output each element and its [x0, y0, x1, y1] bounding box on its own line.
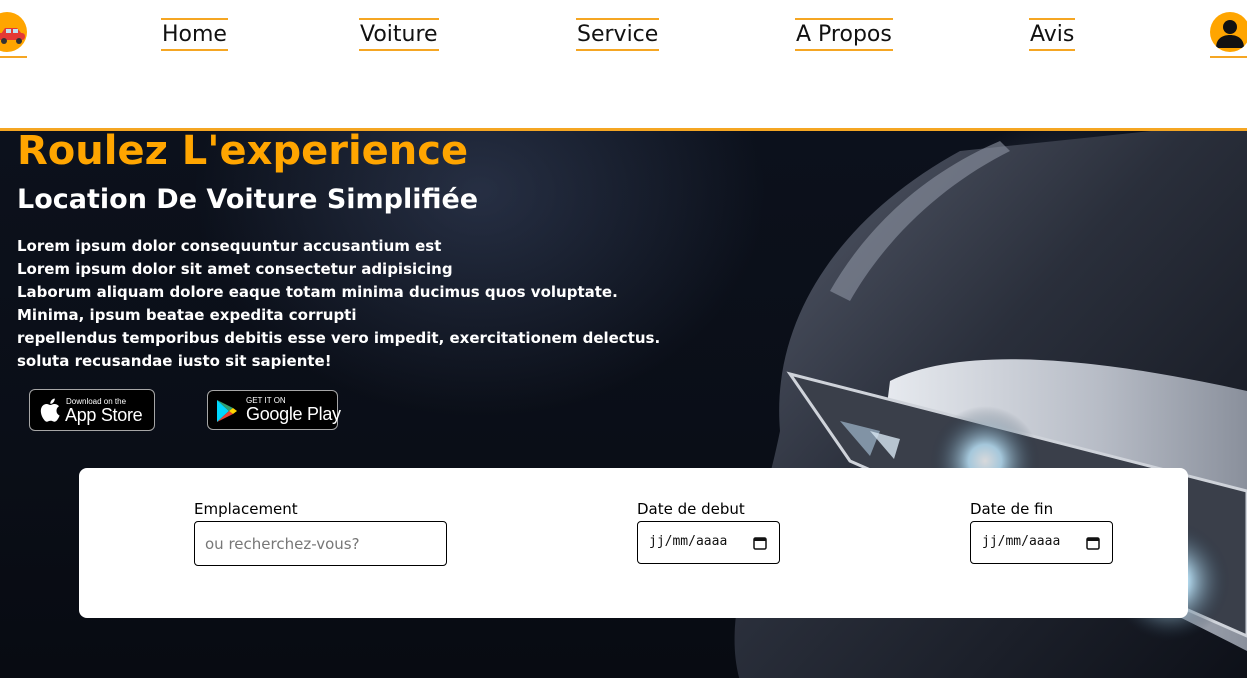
hero-text-line: Minima, ipsum beatae expedita corrupti — [17, 306, 357, 324]
calendar-icon[interactable] — [1086, 535, 1100, 550]
start-date-value: jj/mm/aaaa — [649, 534, 728, 549]
location-input[interactable] — [194, 521, 447, 566]
end-date-value: jj/mm/aaaa — [982, 534, 1061, 549]
google-play-icon — [216, 399, 238, 423]
hero-description: Lorem ipsum dolor consequuntur accusanti… — [17, 235, 661, 373]
nav-voiture-link[interactable]: Voiture — [359, 18, 439, 51]
car-icon — [0, 12, 27, 52]
nav-service-link[interactable]: Service — [576, 18, 660, 51]
hero-text-line: repellendus temporibus debitis esse vero… — [17, 329, 661, 347]
end-date-label: Date de fin — [970, 500, 1054, 518]
hero-text-line: Lorem ipsum dolor sit amet consectetur a… — [17, 260, 453, 278]
nav-avis-link[interactable]: Avis — [1029, 18, 1076, 51]
hero-section: Roulez L'experience Location De Voiture … — [0, 128, 1247, 678]
nav-apropos-link[interactable]: A Propos — [795, 18, 893, 51]
hero-title: Roulez L'experience — [17, 128, 469, 174]
location-label: Emplacement — [194, 500, 298, 518]
hero-text-line: soluta recusandae iusto sit sapiente! — [17, 352, 332, 370]
calendar-icon[interactable] — [753, 535, 767, 550]
end-date-input[interactable]: jj/mm/aaaa — [970, 521, 1113, 564]
app-store-button[interactable]: Download on the App Store — [29, 389, 155, 431]
google-play-label: Google Play — [246, 404, 341, 424]
account-button[interactable] — [1210, 11, 1247, 58]
hero-text-line: Lorem ipsum dolor consequuntur accusanti… — [17, 237, 442, 255]
user-icon — [1210, 12, 1247, 52]
app-store-label: App Store — [65, 405, 143, 425]
apple-icon — [39, 397, 61, 423]
google-play-button[interactable]: GET IT ON Google Play — [207, 390, 341, 430]
logo-link[interactable] — [0, 11, 27, 58]
hero-subtitle: Location De Voiture Simplifiée — [17, 184, 479, 215]
hero-text-line: Laborum aliquam dolore eaque totam minim… — [17, 283, 618, 301]
search-panel: Emplacement Date de debut jj/mm/aaaa Dat… — [79, 468, 1188, 618]
nav-home-link[interactable]: Home — [161, 18, 228, 51]
navbar: Home Voiture Service A Propos Avis — [0, 0, 1247, 130]
start-date-input[interactable]: jj/mm/aaaa — [637, 521, 780, 564]
start-date-label: Date de debut — [637, 500, 745, 518]
